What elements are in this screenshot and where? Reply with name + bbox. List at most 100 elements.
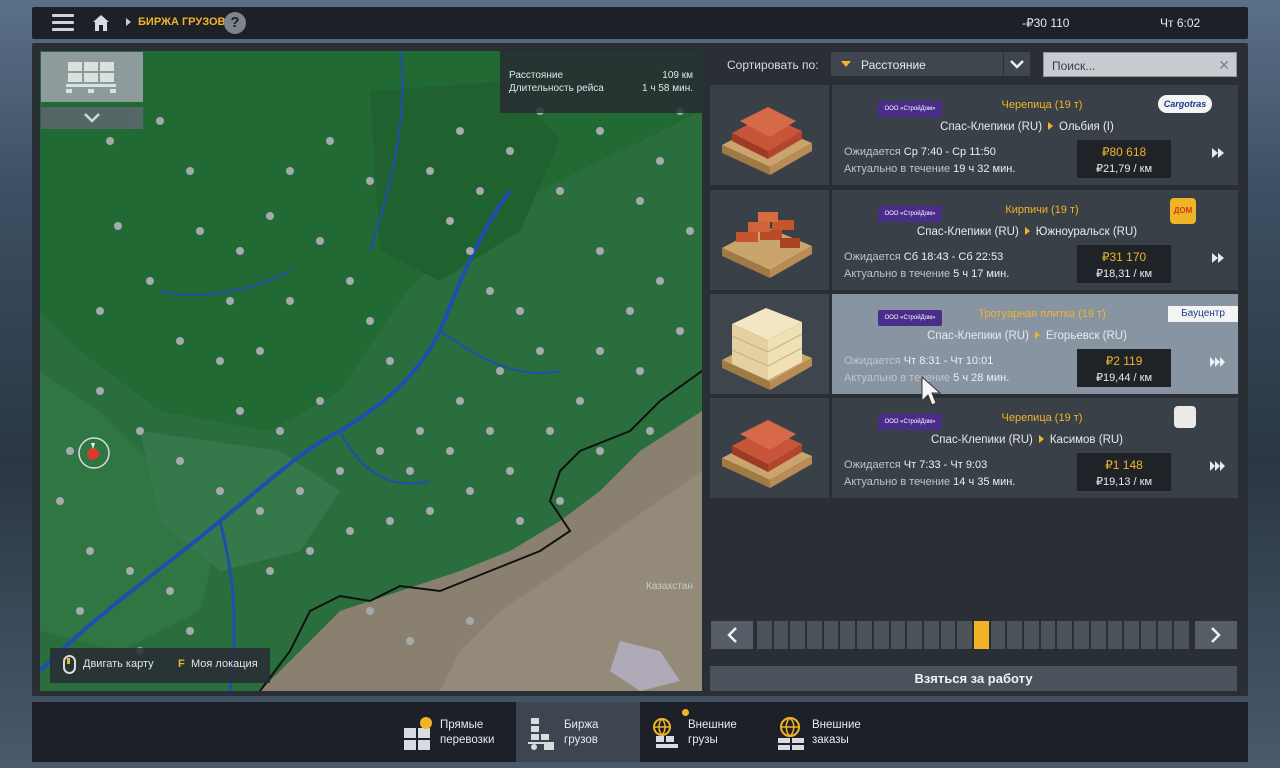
triple-chevron-right-icon[interactable] [1208, 354, 1228, 370]
direct-transport-icon [404, 717, 432, 750]
my-location-button[interactable]: Моя локация [191, 658, 258, 670]
home-icon[interactable] [92, 14, 110, 32]
page-indicator[interactable] [923, 621, 939, 649]
page-indicator[interactable] [857, 621, 872, 649]
company-logo: ООО «СтройДом» [878, 310, 942, 326]
page-indicator[interactable] [1174, 621, 1189, 649]
country-label: Казахстан [646, 581, 693, 592]
duration-value: 1 ч 58 мин. [642, 83, 693, 94]
tab-direct-transport[interactable]: Прямые перевозки [392, 702, 516, 762]
expected-time: Сб 18:43 - Сб 22:53 [903, 251, 1004, 263]
route-arrow-icon [1048, 122, 1054, 130]
page-indicator-current[interactable] [974, 621, 989, 649]
company-logo: ООО «СтройДом» [878, 414, 942, 430]
map-canvas [40, 51, 702, 691]
route-to: Касимов (RU) [1049, 434, 1124, 446]
double-chevron-right-icon[interactable] [1208, 145, 1228, 161]
tab-label: Внешние [812, 719, 861, 731]
tab-freight-market[interactable]: Биржа грузов [516, 702, 640, 762]
page-indicator[interactable] [1057, 621, 1073, 649]
page-indicator[interactable] [1124, 621, 1139, 649]
sort-dropdown-button[interactable] [1004, 52, 1030, 76]
route-arrow-icon [1024, 227, 1030, 235]
job-card[interactable]: ООО «СтройДом» Черепица (19 т) Cargotras… [710, 85, 1238, 185]
page-indicator[interactable] [1157, 621, 1173, 649]
page-indicator[interactable] [757, 621, 772, 649]
breadcrumb-arrow-icon [126, 18, 131, 26]
price-per-km: ₽18,31 / км [1095, 268, 1153, 280]
page-indicator[interactable] [1074, 621, 1089, 649]
route-from: Спас-Клепики (RU) [940, 121, 1043, 133]
cargo-image [710, 398, 829, 498]
distance-value: 109 км [662, 70, 693, 81]
page-indicator[interactable] [1007, 621, 1023, 649]
notification-dot [682, 709, 689, 716]
pagination [711, 621, 1237, 649]
company-logo: ООО «СтройДом» [878, 101, 942, 117]
external-orders-icon [778, 717, 804, 750]
cargo-filter-button[interactable] [41, 52, 143, 102]
search-input[interactable]: Поиск... ✕ [1043, 52, 1237, 77]
tab-external-orders[interactable]: Внешние заказы [764, 702, 888, 762]
sort-select[interactable]: Расстояние [831, 52, 1003, 76]
mouse-cursor-icon [921, 375, 942, 406]
job-card-selected[interactable]: ООО «СтройДом» Тротуарная плитка (19 т) … [710, 294, 1238, 394]
valid-label: Актуально в течение [844, 268, 951, 280]
triple-chevron-right-icon[interactable] [1208, 458, 1228, 474]
page-indicator[interactable] [873, 621, 889, 649]
freight-market-icon [528, 718, 554, 750]
menu-icon[interactable] [52, 14, 74, 32]
route-to: Южноуральск (RU) [1035, 226, 1138, 238]
paving-tiles-icon [722, 308, 812, 390]
job-price: ₽1 148 [1105, 458, 1143, 472]
tab-label: Внешние [688, 719, 737, 731]
page-indicator[interactable] [940, 621, 956, 649]
page-indicator[interactable] [907, 621, 922, 649]
clear-search-icon[interactable]: ✕ [1218, 57, 1230, 74]
expand-filter-button[interactable] [41, 107, 143, 129]
job-price: ₽80 618 [1101, 145, 1147, 159]
help-button[interactable]: ? [224, 12, 246, 34]
mouse-icon [63, 655, 76, 674]
page-indicator[interactable] [890, 621, 906, 649]
chevron-left-icon [727, 627, 737, 643]
take-job-button[interactable]: Взяться за работу [710, 666, 1237, 691]
expected-time: Ср 7:40 - Ср 11:50 [903, 146, 996, 158]
route-from: Спас-Клепики (RU) [927, 330, 1029, 342]
page-indicator[interactable] [1107, 621, 1123, 649]
valid-time: 5 ч 28 мин. [953, 372, 1010, 384]
page-indicator[interactable] [957, 621, 972, 649]
expected-time: Чт 8:31 - Чт 10:01 [903, 355, 994, 367]
cargo-name: Черепица (19 т) [1001, 99, 1083, 111]
price-per-km: ₽21,79 / км [1095, 163, 1153, 175]
expected-label: Ожидается [844, 355, 901, 367]
valid-time: 5 ч 17 мин. [953, 268, 1010, 280]
page-indicator[interactable] [807, 621, 822, 649]
sort-label: Сортировать по: [727, 58, 819, 72]
route-info: Расстояние 109 км Длительность рейса 1 ч 5… [500, 51, 702, 113]
page-indicator[interactable] [1140, 621, 1156, 649]
duration-label: Длительность рейса [509, 83, 604, 94]
job-card[interactable]: ООО «СтройДом» Черепица (19 т) Спас-Клеп… [710, 398, 1238, 498]
page-indicator[interactable] [990, 621, 1006, 649]
tab-external-cargo[interactable]: Внешние грузы [640, 702, 764, 762]
page-indicator[interactable] [1040, 621, 1056, 649]
prev-page-button[interactable] [711, 621, 753, 649]
double-chevron-right-icon[interactable] [1208, 250, 1228, 266]
price-box: ₽1 148 ₽19,13 / км [1077, 453, 1171, 491]
next-page-button[interactable] [1195, 621, 1237, 649]
page-indicator[interactable] [773, 621, 789, 649]
map-view[interactable]: Казахстан [40, 51, 702, 691]
page-indicator[interactable] [840, 621, 856, 649]
page-indicator[interactable] [1024, 621, 1039, 649]
top-bar: БИРЖА ГРУЗОВ ? -₽30 110 Чт 6:02 [32, 7, 1248, 39]
cargo-image [710, 294, 829, 394]
page-indicator[interactable] [823, 621, 839, 649]
page-indicator[interactable] [790, 621, 806, 649]
job-card[interactable]: ООО «СтройДом» Кирпичи (19 т) ДОМ Спас-К… [710, 190, 1238, 290]
bricks-icon [722, 212, 812, 278]
chevron-down-icon [1010, 60, 1024, 69]
valid-time: 14 ч 35 мин. [953, 476, 1016, 488]
page-indicator[interactable] [1090, 621, 1106, 649]
price-box: ₽80 618 ₽21,79 / км [1077, 140, 1171, 178]
